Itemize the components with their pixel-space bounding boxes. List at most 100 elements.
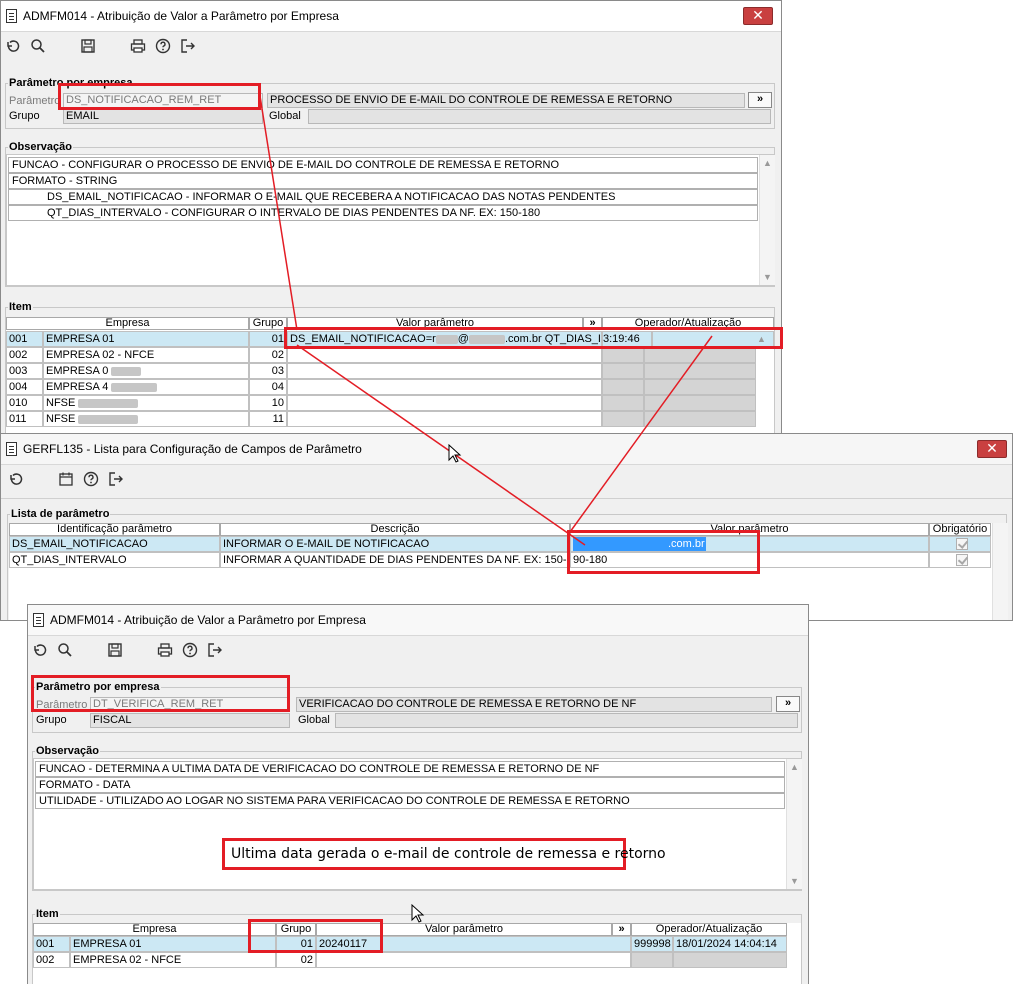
row-value[interactable] [287, 379, 602, 395]
param-description-field: VERIFICACAO DO CONTROLE DE REMESSA E RET… [296, 697, 772, 712]
col-header-operador[interactable]: Operador/Atualização [631, 923, 787, 936]
scroll-down-icon[interactable]: ▼ [763, 272, 772, 282]
scroll-down-icon[interactable]: ▼ [790, 876, 799, 886]
window-title: GERFL135 - Lista para Configuração de Ca… [23, 442, 362, 456]
row-company: EMPRESA 02 - NFCE [70, 952, 276, 968]
col-header-empresa[interactable]: Empresa [6, 317, 249, 330]
col-header-valor[interactable]: Valor parâmetro [316, 923, 612, 936]
close-button[interactable]: ✕ [977, 440, 1007, 458]
col-header-valor[interactable]: Valor parâmetro [570, 523, 929, 536]
scroll-up-icon[interactable]: ▲ [790, 762, 799, 772]
row-operator [631, 952, 673, 968]
search-icon[interactable] [55, 640, 75, 660]
print-icon[interactable] [128, 36, 148, 56]
row-operator [602, 347, 644, 363]
checkbox[interactable] [956, 554, 968, 566]
row-obrigatorio [929, 552, 991, 568]
observation-scrollbar[interactable]: ▲ ▼ [786, 759, 802, 889]
row-update [644, 411, 756, 427]
row-value[interactable] [287, 347, 602, 363]
row-code: 001 [33, 936, 70, 952]
row-value[interactable] [287, 363, 602, 379]
col-header-grupo[interactable]: Grupo [276, 923, 316, 936]
value-text-a: DS_EMAIL_NOTIFICACAO=r [290, 333, 436, 345]
annotation-text: Ultima data gerada o e-mail de controle … [231, 846, 666, 862]
undo-icon[interactable] [6, 469, 26, 489]
close-button[interactable]: ✕ [743, 7, 773, 25]
search-icon[interactable] [28, 36, 48, 56]
checkbox[interactable] [956, 538, 968, 550]
param-code-field[interactable]: DT_VERIFICA_REM_RET [90, 697, 290, 712]
print-icon[interactable] [155, 640, 175, 660]
window-icon [6, 442, 17, 456]
observation-list[interactable]: FUNCAO - CONFIGURAR O PROCESSO DE ENVIO … [6, 154, 775, 286]
save-icon[interactable] [105, 640, 125, 660]
mouse-cursor-icon [448, 444, 462, 463]
row-valor[interactable]: 90-180 [570, 552, 929, 568]
selected-value: .com.br [573, 537, 706, 551]
row-descricao: INFORMAR A QUANTIDADE DE DIAS PENDENTES … [220, 552, 570, 568]
scroll-up-icon[interactable]: ▲ [757, 332, 766, 346]
row-identificacao: QT_DIAS_INTERVALO [9, 552, 220, 568]
global-label: Global [269, 110, 301, 122]
observation-line: DS_EMAIL_NOTIFICACAO - INFORMAR O E-MAIL… [8, 189, 758, 205]
global-field[interactable] [308, 109, 771, 124]
save-icon[interactable] [78, 36, 98, 56]
row-code: 003 [6, 363, 43, 379]
col-header-valor[interactable]: Valor parâmetro [287, 317, 583, 330]
observation-scrollbar[interactable]: ▲ ▼ [759, 155, 775, 285]
global-field[interactable] [335, 713, 798, 728]
row-code: 010 [6, 395, 43, 411]
row-company: EMPRESA 01 [70, 936, 276, 952]
col-header-more[interactable]: » [583, 317, 602, 330]
undo-icon[interactable] [30, 640, 50, 660]
window-icon [33, 613, 44, 627]
row-valor[interactable]: .com.br [570, 536, 929, 552]
col-header-empresa[interactable]: Empresa [33, 923, 276, 936]
row-value[interactable] [316, 952, 631, 968]
exit-icon[interactable] [205, 640, 225, 660]
exit-icon[interactable] [178, 36, 198, 56]
row-operator: 999998 [631, 936, 673, 952]
observation-line: FORMATO - DATA [35, 777, 785, 793]
group-field[interactable]: EMAIL [63, 109, 263, 124]
help-icon[interactable] [81, 469, 101, 489]
row-company: NFSE [43, 395, 249, 411]
redacted-block [78, 398, 139, 408]
row-group: 02 [249, 347, 287, 363]
undo-icon[interactable] [3, 36, 23, 56]
window-title: ADMFM014 - Atribuição de Valor a Parâmet… [23, 9, 339, 23]
param-list-scrollbar[interactable] [992, 523, 1008, 620]
item-groupbox: Item Empresa Grupo Valor parâmetro » Ope… [5, 301, 775, 439]
row-value[interactable]: 20240117 [316, 936, 631, 952]
col-header-obrigatorio[interactable]: Obrigatório [929, 523, 991, 536]
help-icon[interactable] [153, 36, 173, 56]
col-header-identificacao[interactable]: Identificação parâmetro [9, 523, 220, 536]
row-value[interactable] [287, 411, 602, 427]
param-description-field: PROCESSO DE ENVIO DE E-MAIL DO CONTROLE … [267, 93, 745, 108]
calendar-icon[interactable] [56, 469, 76, 489]
param-more-button[interactable]: » [748, 92, 772, 108]
row-value[interactable] [287, 395, 602, 411]
row-value[interactable]: DS_EMAIL_NOTIFICACAO=r @ .com.br QT_DIAS_I… [287, 331, 602, 347]
col-header-grupo[interactable]: Grupo [249, 317, 287, 330]
row-group: 03 [249, 363, 287, 379]
param-code-field[interactable]: DS_NOTIFICACAO_REM_RET [63, 93, 263, 108]
col-header-operador[interactable]: Operador/Atualização [602, 317, 774, 330]
scroll-up-icon[interactable]: ▲ [763, 158, 772, 168]
title-bar: GERFL135 - Lista para Configuração de Ca… [1, 434, 1012, 465]
company-name: EMPRESA 0 [46, 365, 109, 377]
exit-icon[interactable] [106, 469, 126, 489]
help-icon[interactable] [180, 640, 200, 660]
group-field[interactable]: FISCAL [90, 713, 290, 728]
row-group: 10 [249, 395, 287, 411]
redacted-block [435, 334, 458, 344]
row-update [644, 379, 756, 395]
param-groupbox: Parâmetro por empresa Parâmetro DS_NOTIF… [5, 77, 775, 129]
col-header-descricao[interactable]: Descrição [220, 523, 570, 536]
observation-list[interactable]: FUNCAO - DETERMINA A ULTIMA DATA DE VERI… [33, 758, 802, 890]
col-header-more[interactable]: » [612, 923, 631, 936]
observation-line: UTILIDADE - UTILIZADO AO LOGAR NO SISTEM… [35, 793, 785, 809]
param-more-button[interactable]: » [776, 696, 800, 712]
param-list-title: Lista de parâmetro [10, 508, 111, 520]
